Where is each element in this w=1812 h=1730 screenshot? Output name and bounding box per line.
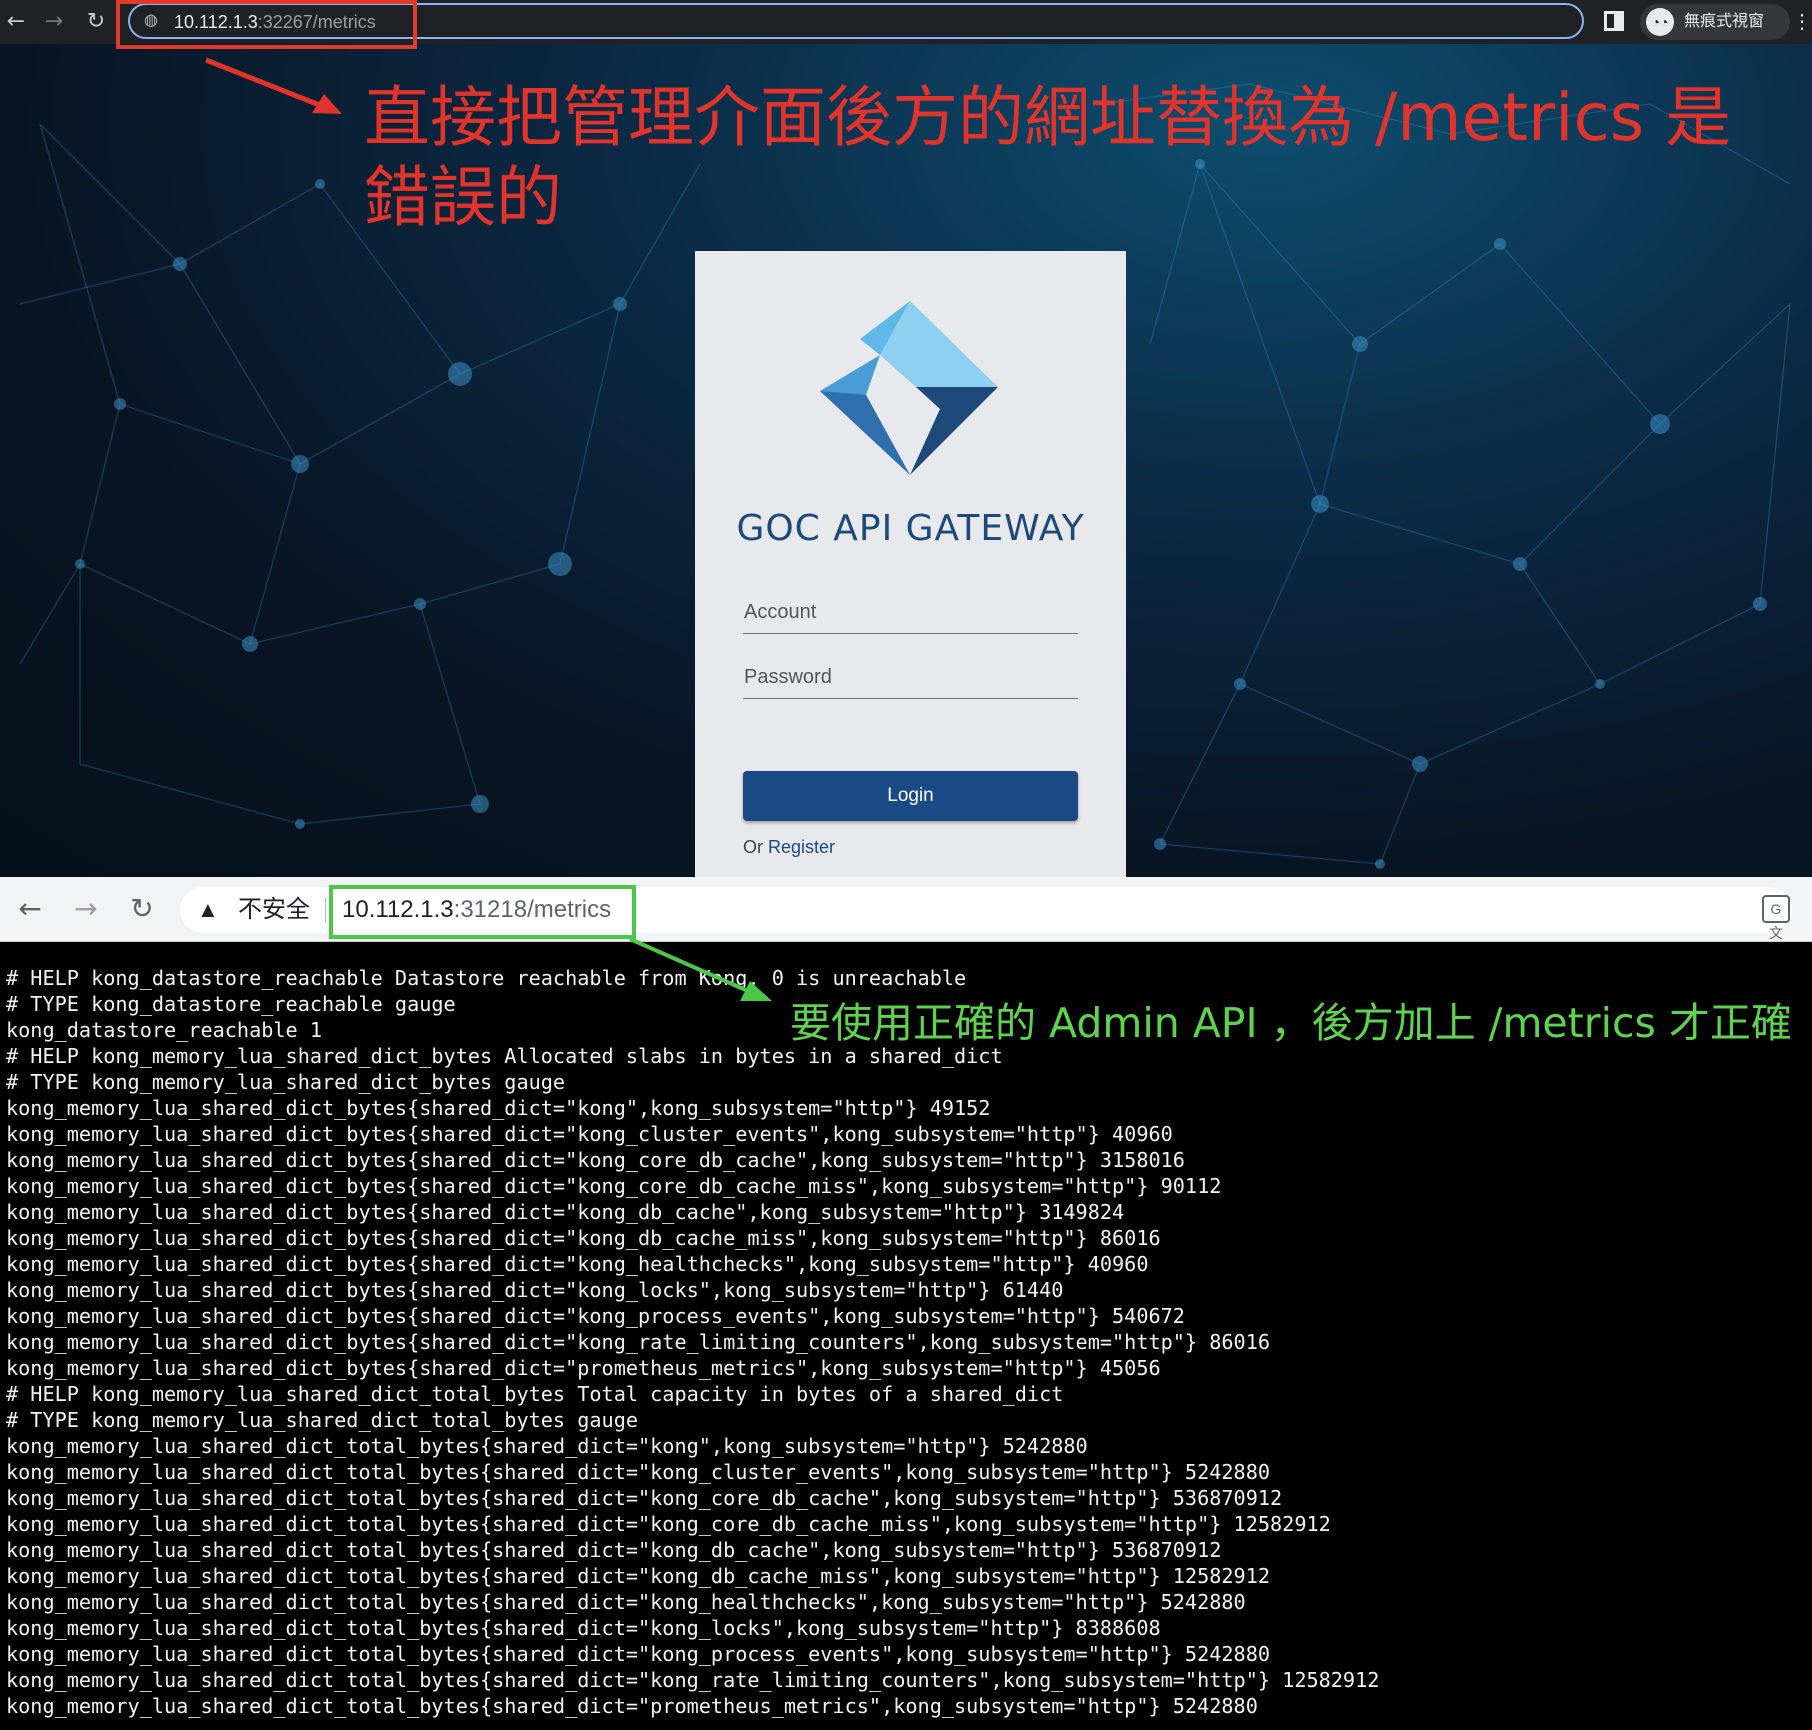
metrics-line: kong_memory_lua_shared_dict_total_bytes{…	[6, 1694, 1258, 1718]
incognito-label: 無痕式視窗	[1684, 13, 1765, 30]
metrics-line: kong_memory_lua_shared_dict_total_bytes{…	[6, 1642, 1271, 1666]
or-text: Or	[743, 837, 763, 857]
kebab-menu-icon[interactable]: ⋮	[1792, 8, 1812, 36]
green-annotation: 要使用正確的 Admin API ，後方加上 /metrics 才正確	[790, 999, 1792, 1047]
account-field[interactable]: Account	[743, 589, 1078, 634]
metrics-line: kong_memory_lua_shared_dict_total_bytes{…	[6, 1460, 1271, 1484]
metrics-line: # HELP kong_memory_lua_shared_dict_total…	[6, 1382, 1064, 1406]
metrics-line: # TYPE kong_memory_lua_shared_dict_bytes…	[6, 1070, 566, 1094]
metrics-line: kong_memory_lua_shared_dict_bytes{shared…	[6, 1278, 1064, 1302]
metrics-line: kong_memory_lua_shared_dict_total_bytes{…	[6, 1668, 1380, 1692]
password-placeholder: Password	[744, 666, 832, 688]
bottom-browser-window: ← → ↻ ▲ 不安全 10.112.1.3:31218/metrics G文 …	[0, 877, 1812, 1730]
metrics-line: kong_memory_lua_shared_dict_total_bytes{…	[6, 1590, 1246, 1614]
metrics-output: # HELP kong_datastore_reachable Datastor…	[6, 965, 1379, 1719]
metrics-line: kong_memory_lua_shared_dict_bytes{shared…	[6, 1200, 1125, 1224]
metrics-line: kong_memory_lua_shared_dict_bytes{shared…	[6, 1096, 991, 1120]
metrics-line: kong_memory_lua_shared_dict_total_bytes{…	[6, 1616, 1161, 1640]
incognito-badge[interactable]: ◔◔ 無痕式視窗	[1640, 4, 1790, 40]
metrics-line: kong_memory_lua_shared_dict_total_bytes{…	[6, 1538, 1222, 1562]
register-link[interactable]: Register	[768, 837, 835, 857]
metrics-line: # TYPE kong_memory_lua_shared_dict_total…	[6, 1408, 639, 1432]
account-placeholder: Account	[744, 601, 817, 623]
register-row: Or Register	[743, 837, 835, 858]
login-card: GOC API GATEWAY Account Password Login O…	[695, 251, 1126, 877]
metrics-line: kong_memory_lua_shared_dict_bytes{shared…	[6, 1226, 1161, 1250]
login-button[interactable]: Login	[743, 771, 1078, 821]
goc-logo	[820, 301, 998, 475]
side-panel-icon[interactable]	[1604, 11, 1624, 31]
red-arrow	[205, 57, 342, 114]
metrics-line: kong_memory_lua_shared_dict_bytes{shared…	[6, 1148, 1185, 1172]
password-field[interactable]: Password	[743, 654, 1078, 699]
metrics-line: kong_memory_lua_shared_dict_bytes{shared…	[6, 1252, 1149, 1276]
metrics-line: kong_memory_lua_shared_dict_bytes{shared…	[6, 1330, 1271, 1354]
metrics-line: kong_memory_lua_shared_dict_total_bytes{…	[6, 1434, 1088, 1458]
metrics-line: kong_memory_lua_shared_dict_bytes{shared…	[6, 1174, 1222, 1198]
top-browser-window: ← → ↻ ◍ 10.112.1.3:32267/metrics ◔◔ 無痕式視…	[0, 0, 1812, 877]
metrics-line: kong_memory_lua_shared_dict_total_bytes{…	[6, 1512, 1331, 1536]
red-annotation: 直接把管理介面後方的網址替換為 /metrics 是錯誤的	[364, 79, 1732, 236]
translate-icon[interactable]: G文	[1762, 895, 1790, 941]
metrics-line: kong_memory_lua_shared_dict_total_bytes{…	[6, 1486, 1283, 1510]
green-arrow	[629, 937, 772, 1001]
metrics-line: kong_memory_lua_shared_dict_bytes{shared…	[6, 1122, 1173, 1146]
metrics-line: kong_memory_lua_shared_dict_bytes{shared…	[6, 1356, 1161, 1380]
brand-title: GOC API GATEWAY	[736, 508, 1085, 549]
metrics-line: kong_memory_lua_shared_dict_total_bytes{…	[6, 1564, 1271, 1588]
metrics-line: kong_memory_lua_shared_dict_bytes{shared…	[6, 1304, 1185, 1328]
incognito-icon: ◔◔	[1646, 8, 1674, 36]
